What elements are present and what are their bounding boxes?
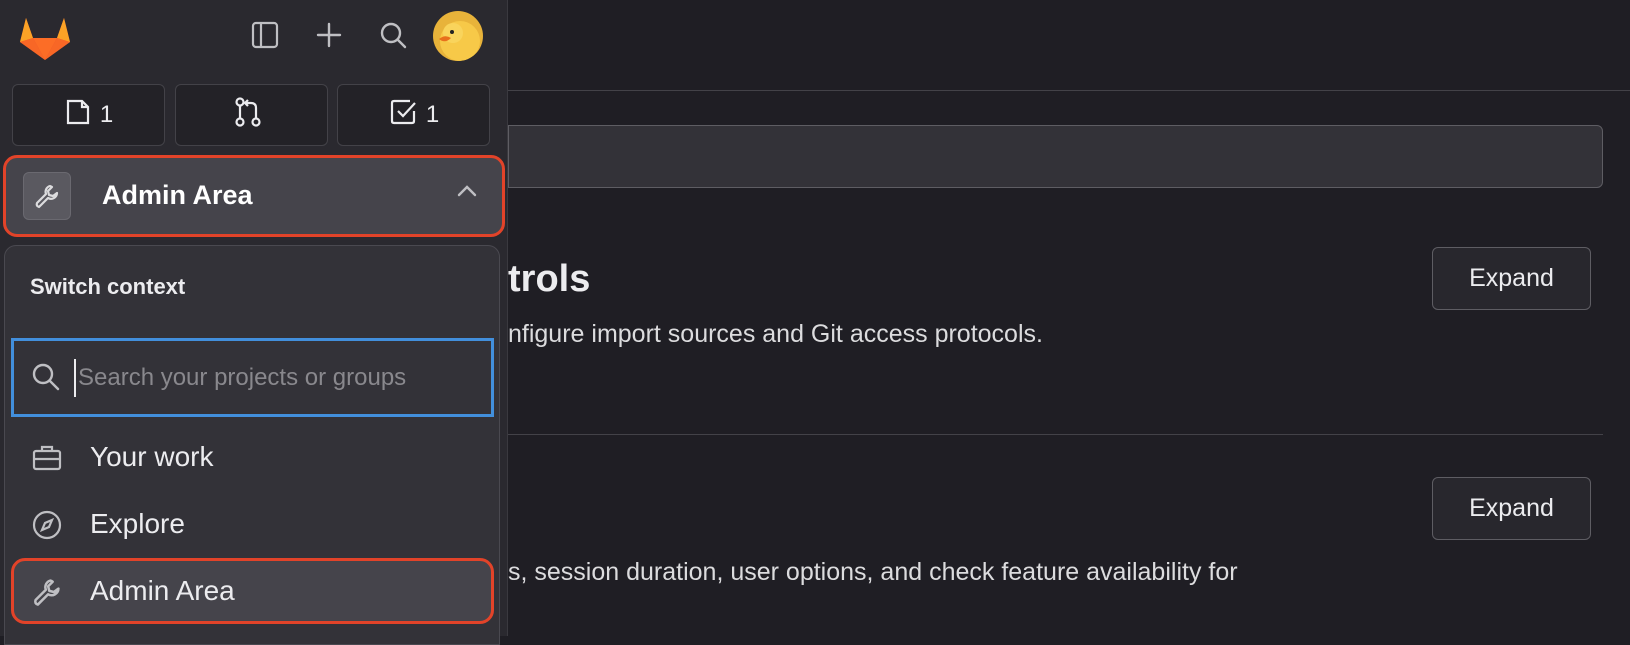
wrench-icon	[31, 576, 63, 608]
issues-icon	[64, 97, 92, 134]
expand-button[interactable]: Expand	[1432, 247, 1591, 310]
plus-icon[interactable]	[310, 16, 348, 54]
menu-item-admin-area[interactable]: Admin Area	[11, 558, 494, 624]
context-search-field[interactable]	[11, 338, 494, 417]
top-divider	[508, 90, 1630, 91]
merge-requests-button[interactable]	[175, 84, 328, 146]
menu-item-label: Your work	[90, 441, 214, 472]
issues-count-button[interactable]: 1	[12, 84, 165, 146]
section-divider	[508, 434, 1603, 435]
todos-count: 1	[425, 101, 440, 128]
expand-button[interactable]: Expand	[1432, 477, 1591, 540]
search-icon[interactable]	[374, 16, 412, 54]
menu-item-explore[interactable]: Explore	[11, 491, 494, 557]
sidebar-toggle-icon[interactable]	[246, 16, 284, 54]
wrench-icon	[23, 172, 71, 220]
section-description: s, session duration, user options, and c…	[508, 558, 1238, 586]
section-title: trols	[508, 258, 591, 300]
menu-item-your-work[interactable]: Your work	[11, 424, 494, 490]
todos-count-button[interactable]: 1	[337, 84, 490, 146]
compass-icon	[31, 509, 63, 541]
merge-request-icon	[233, 96, 263, 135]
sidebar: 1 1 Admin Area Switch context Search you…	[0, 0, 508, 645]
dropdown-heading: Switch context	[30, 274, 186, 299]
menu-item-label: Admin Area	[90, 575, 235, 606]
current-context-label: Admin Area	[102, 180, 253, 210]
todo-checkbox-icon	[388, 97, 418, 134]
search-icon	[30, 361, 62, 398]
issues-count: 1	[99, 101, 114, 128]
chevron-up-icon	[456, 184, 478, 203]
avatar[interactable]	[433, 11, 483, 61]
gitlab-logo-icon[interactable]	[18, 12, 72, 62]
context-search-input[interactable]	[74, 359, 474, 397]
main-content: trols nfigure import sources and Git acc…	[508, 0, 1630, 636]
context-switcher-toggle[interactable]: Admin Area	[3, 155, 505, 237]
settings-search-input[interactable]	[508, 125, 1603, 188]
switch-context-dropdown: Switch context Your work	[4, 245, 500, 645]
menu-item-label: Explore	[90, 508, 185, 539]
section-description: nfigure import sources and Git access pr…	[508, 320, 1043, 348]
briefcase-icon	[31, 442, 63, 474]
